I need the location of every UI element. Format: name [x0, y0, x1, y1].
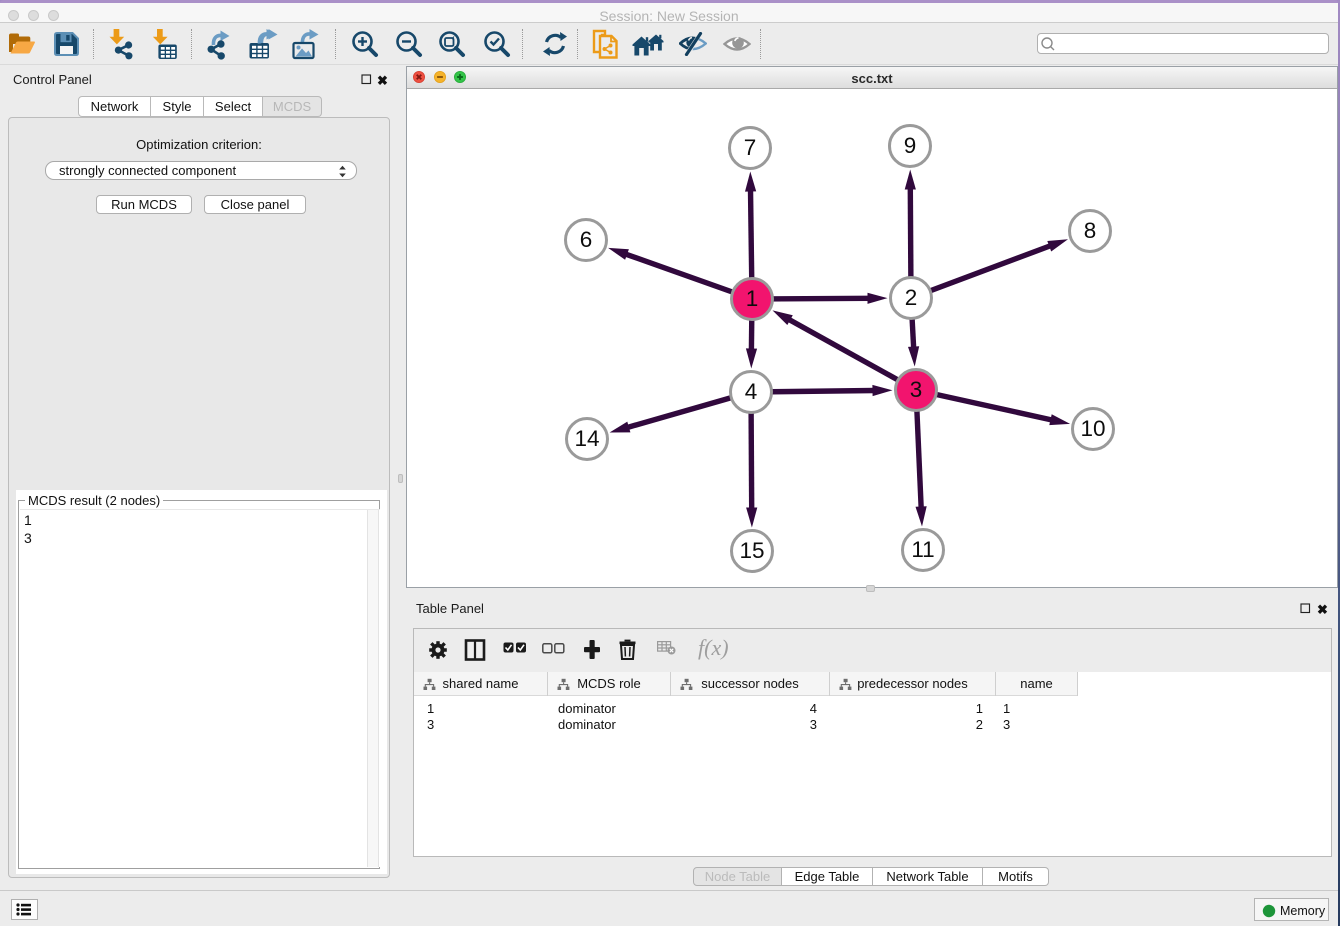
svg-text:8: 8: [1084, 218, 1097, 243]
svg-text:9: 9: [904, 133, 917, 158]
svg-text:2: 2: [905, 285, 918, 310]
svg-text:15: 15: [739, 538, 764, 563]
svg-text:1: 1: [746, 286, 759, 311]
svg-text:11: 11: [911, 537, 934, 562]
svg-text:6: 6: [580, 227, 593, 252]
svg-text:3: 3: [910, 377, 923, 402]
svg-text:14: 14: [574, 426, 599, 451]
svg-text:10: 10: [1080, 416, 1105, 441]
svg-text:4: 4: [745, 379, 758, 404]
svg-text:7: 7: [744, 135, 757, 160]
